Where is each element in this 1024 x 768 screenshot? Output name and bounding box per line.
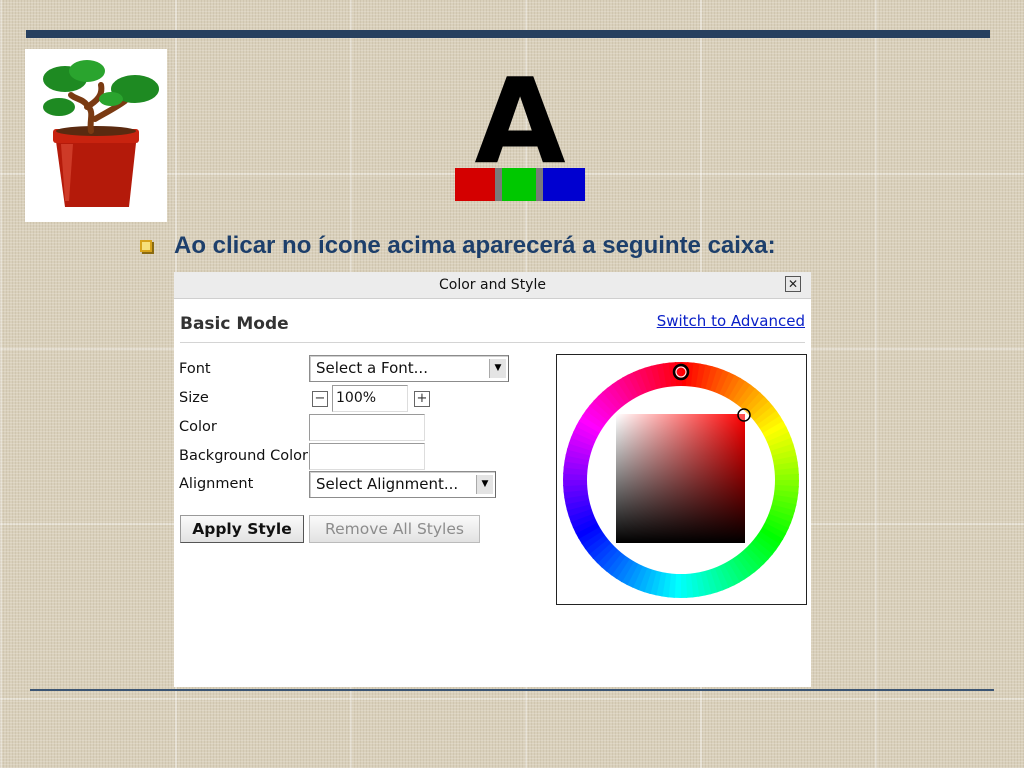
chevron-down-icon: ▼: [476, 475, 493, 494]
switch-to-advanced-link[interactable]: Switch to Advanced: [657, 312, 805, 330]
color-picker[interactable]: [556, 354, 807, 605]
alignment-label: Alignment: [179, 476, 254, 492]
alignment-select-value: Select Alignment...: [316, 475, 459, 493]
chevron-down-icon: ▼: [489, 359, 506, 378]
font-select[interactable]: Select a Font... ▼: [309, 355, 509, 382]
size-label: Size: [179, 390, 209, 406]
background-color-label: Background Color: [179, 448, 308, 464]
size-input[interactable]: 100%: [332, 385, 408, 412]
divider: [180, 342, 805, 343]
top-rule: [26, 30, 990, 38]
color-input[interactable]: [309, 414, 425, 441]
decrease-size-button[interactable]: −: [312, 391, 328, 407]
bullet-icon: [140, 240, 152, 252]
mode-label: Basic Mode: [180, 314, 289, 334]
font-select-value: Select a Font...: [316, 359, 428, 377]
color-style-dialog: Color and Style ✕ Basic Mode Switch to A…: [174, 272, 811, 687]
background-color-input[interactable]: [309, 443, 425, 470]
remove-all-styles-button[interactable]: Remove All Styles: [309, 515, 480, 543]
font-label: Font: [179, 361, 211, 377]
bullet-item: Ao clicar no ícone acima aparecerá a seg…: [140, 230, 776, 262]
color-label: Color: [179, 419, 217, 435]
alignment-select[interactable]: Select Alignment... ▼: [309, 471, 496, 498]
font-style-icon[interactable]: A: [455, 52, 585, 202]
saturation-handle[interactable]: [737, 408, 751, 422]
bullet-text: Ao clicar no ícone acima aparecerá a seg…: [174, 232, 776, 259]
bottom-rule: [30, 689, 994, 691]
apply-style-button[interactable]: Apply Style: [180, 515, 304, 543]
bonsai-tree-icon: [43, 60, 159, 207]
close-icon[interactable]: ✕: [785, 276, 801, 292]
blue-swatch: [543, 168, 585, 201]
red-swatch: [455, 168, 495, 201]
dialog-title: Color and Style: [439, 277, 546, 293]
green-swatch: [502, 168, 536, 201]
increase-size-button[interactable]: +: [414, 391, 430, 407]
bonsai-logo: [25, 49, 167, 222]
dialog-titlebar: Color and Style ✕: [174, 272, 811, 299]
